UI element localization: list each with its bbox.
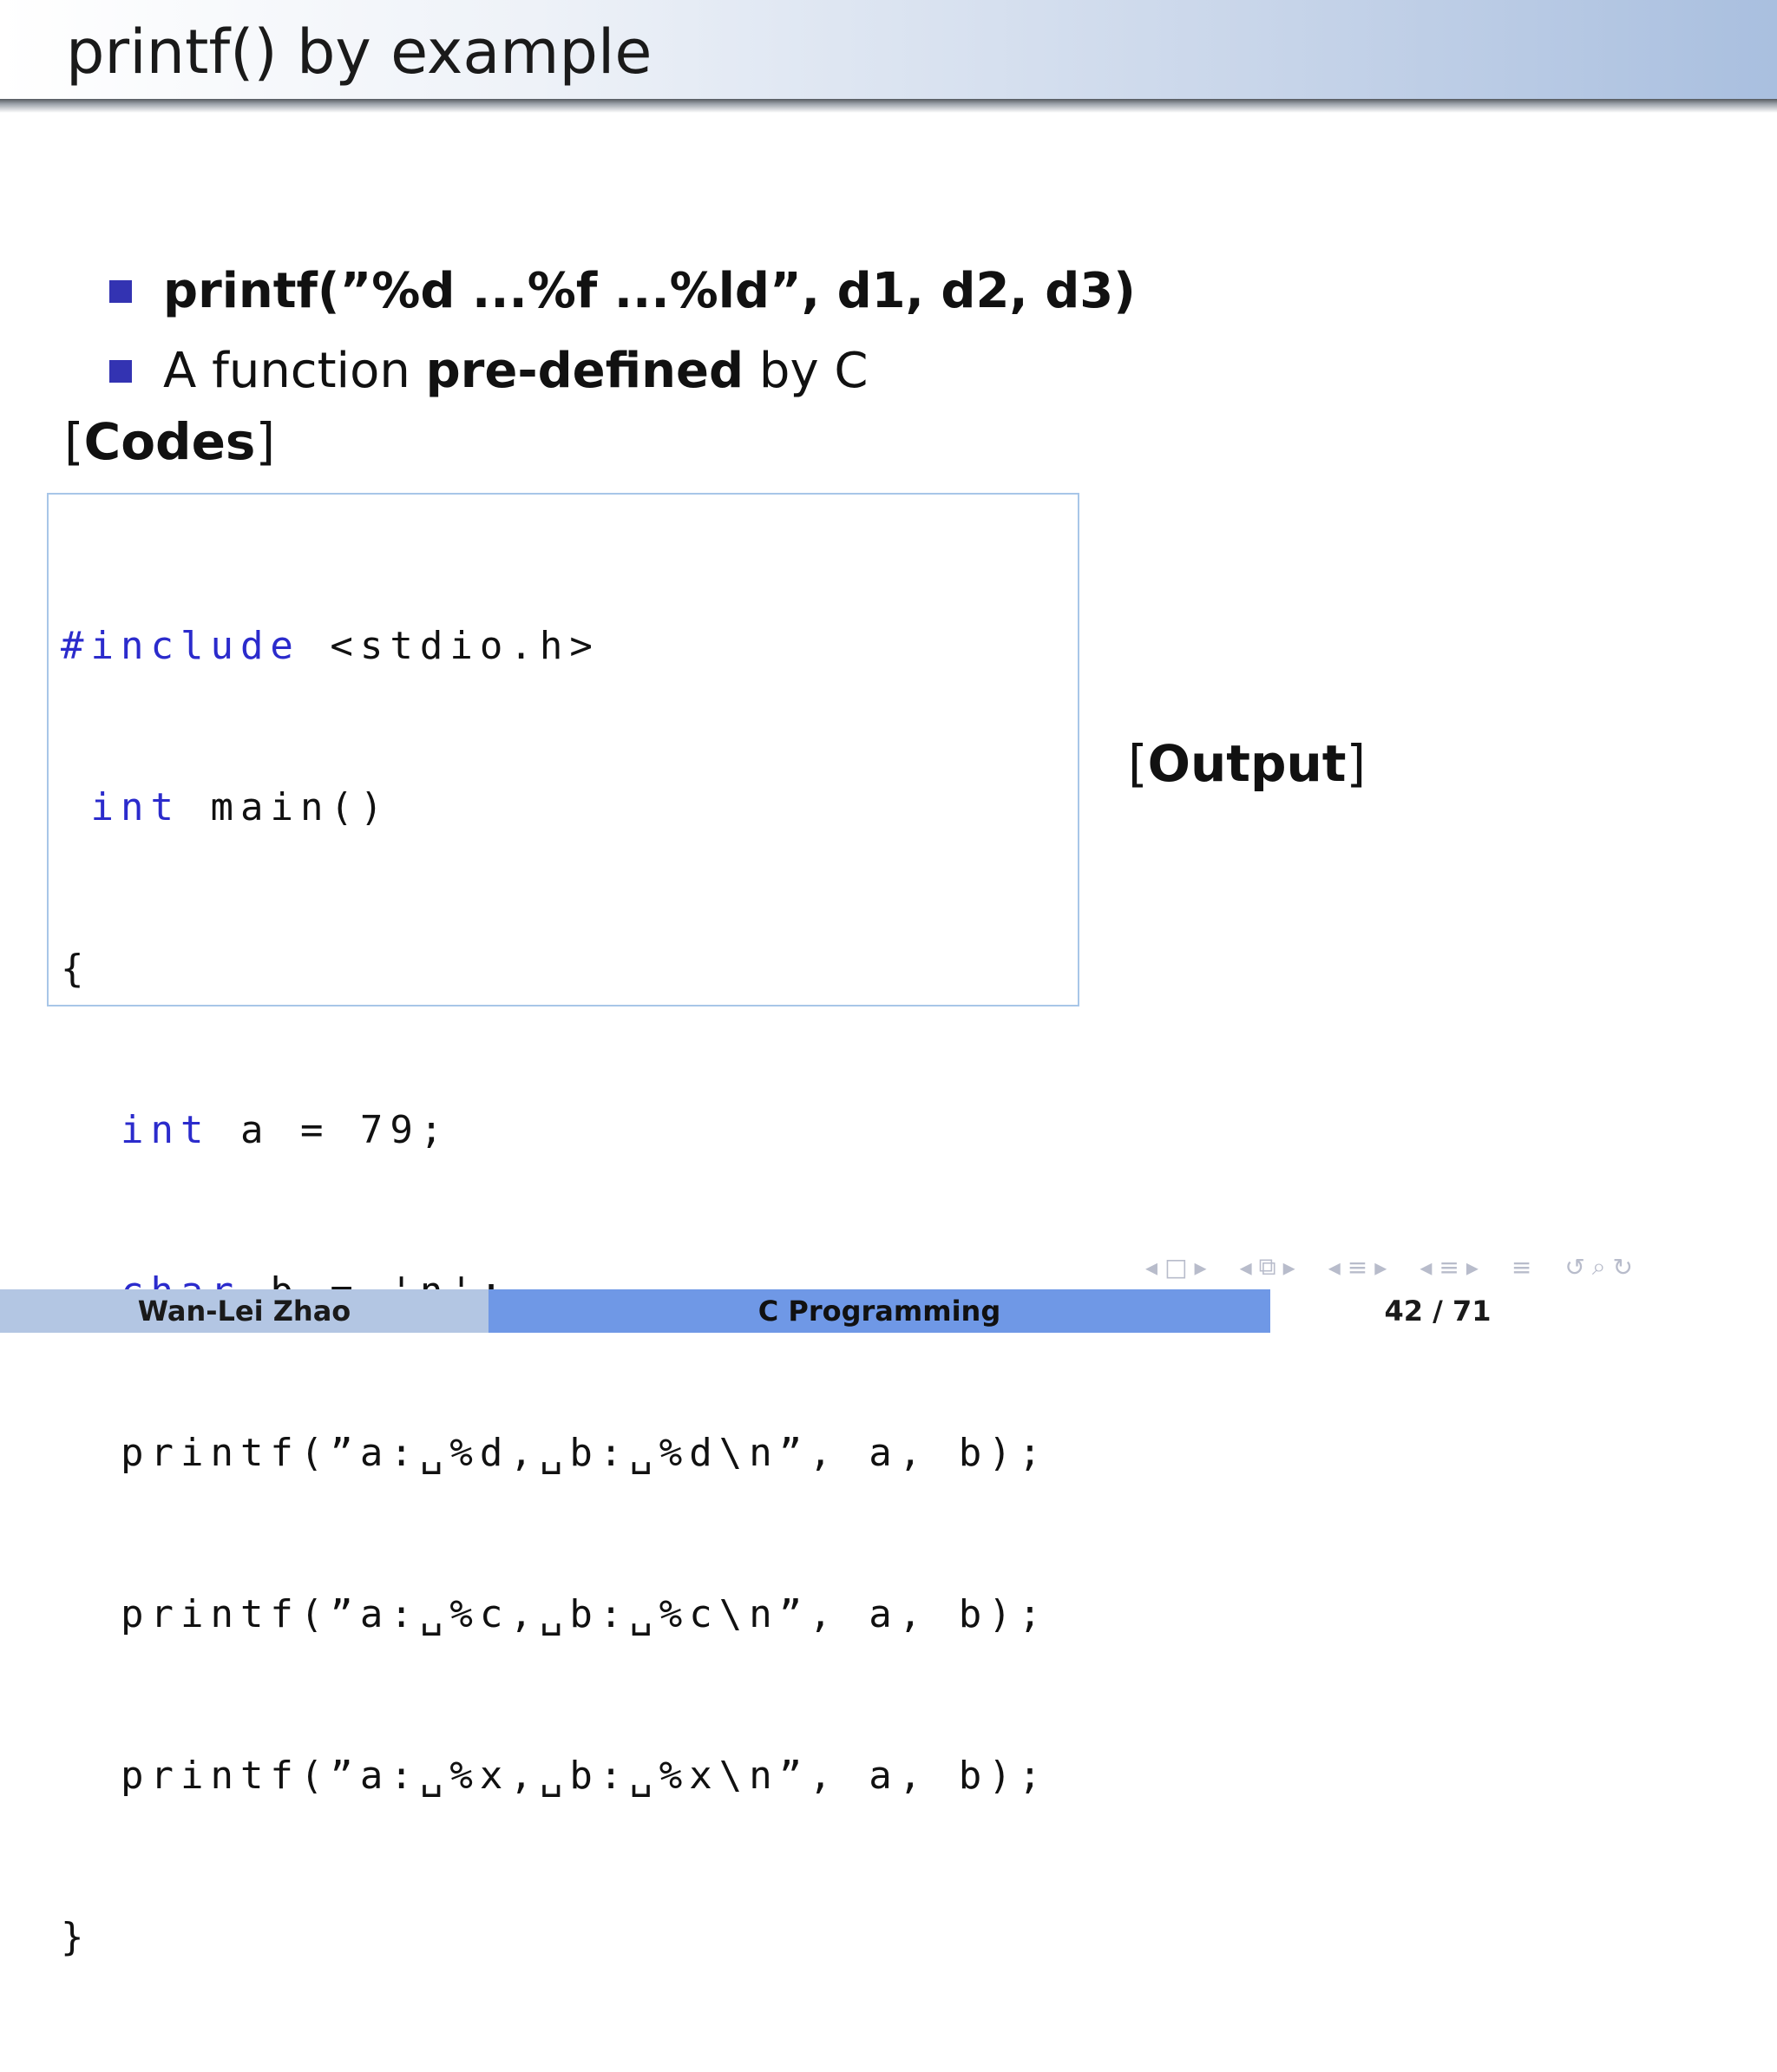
footer-author: Wan-Lei Zhao [0,1289,489,1333]
codes-label: [Codes] [64,413,275,470]
close-bracket: ] [1346,734,1367,793]
open-bracket: [ [64,412,84,471]
code-line-printf-d: printf(”a:␣%d,␣b:␣%d\n”, a, b); [61,1426,1048,1480]
title-bar-shadow [0,99,1777,113]
back-icon[interactable]: ↺ [1564,1253,1584,1282]
close-bracket: ] [255,412,276,471]
prev-part-icon[interactable]: ◂ [1420,1253,1432,1282]
code-text: { [61,947,91,991]
frame-icon[interactable]: □ [1164,1253,1187,1282]
code-line-printf-c: printf(”a:␣%c,␣b:␣%c\n”, a, b); [61,1588,1048,1642]
footer-page-number: 42 / 71 [1270,1289,1777,1333]
search-icon[interactable]: ⌕ [1592,1252,1606,1282]
code-listing-box: #include <stdio.h> int main() { int a = … [47,493,1079,1959]
bullet-text: printf(”%d ...%f ...%ld”, d1, d2, d3) [163,263,1136,319]
code-text: printf(”a:␣%x,␣b:␣%x\n”, a, b); [120,1754,1049,1798]
code-text: <stdio.h> [299,624,600,668]
bullet-text-post: by C [744,343,869,399]
code-text: printf(”a:␣%d,␣b:␣%d\n”, a, b); [120,1431,1049,1475]
code-text: a = 79; [210,1108,450,1152]
code-keyword: #include [61,624,300,668]
forward-icon[interactable]: ↻ [1613,1253,1633,1282]
code-keyword: int [90,785,180,829]
codes-label-text: Codes [83,412,256,471]
code-line-main: int main() [61,781,1048,835]
beamer-navigation-bar: ◂ □ ▸ ◂ ⧉ ▸ ◂ ≡ ▸ ◂ ≡ ▸ ≡ ↺ ⌕ ↻ [1145,1249,1633,1284]
table-of-contents-icon[interactable]: ≡ [1511,1253,1531,1282]
code-line-decl-a: int a = 79; [61,1104,1048,1157]
code-text: } [61,1915,91,1959]
next-subsection-icon[interactable]: ▸ [1283,1253,1295,1282]
page-separator: / [1423,1295,1452,1328]
next-frame-icon[interactable]: ▸ [1195,1253,1207,1282]
code-line-close-brace: } [61,1911,1048,1964]
code-text: main() [180,785,390,829]
output-label-text: Output [1147,734,1347,793]
bullet-square-icon [109,280,132,303]
part-icon[interactable]: ≡ [1439,1253,1459,1282]
footer-course: C Programming [489,1289,1270,1333]
footer-bar: Wan-Lei Zhao C Programming 42 / 71 [0,1289,1777,1333]
code-line-printf-x: printf(”a:␣%x,␣b:␣%x\n”, a, b); [61,1749,1048,1803]
prev-section-icon[interactable]: ◂ [1328,1253,1341,1282]
bullet-item-printf: printf(”%d ...%f ...%ld”, d1, d2, d3) [109,264,1136,319]
section-icon[interactable]: ≡ [1348,1253,1367,1282]
bullet-text-bold: pre-defined [425,343,744,399]
code-keyword: int [120,1108,211,1152]
page-total: 71 [1452,1295,1492,1328]
bullet-item-predefined: A function pre-defined by C [109,344,869,399]
prev-frame-icon[interactable]: ◂ [1145,1253,1157,1282]
bullet-text-pre: A function [163,343,426,399]
slide-title: printf() by example [66,16,652,88]
open-bracket: [ [1128,734,1148,793]
next-part-icon[interactable]: ▸ [1466,1253,1479,1282]
output-label: [Output] [1128,735,1366,792]
subsection-frames-icon[interactable]: ⧉ [1259,1252,1276,1282]
next-section-icon[interactable]: ▸ [1374,1253,1387,1282]
code-text: printf(”a:␣%c,␣b:␣%c\n”, a, b); [120,1592,1049,1636]
code-line-open-brace: { [61,942,1048,996]
bullet-square-icon [109,360,132,383]
code-line-include: #include <stdio.h> [61,620,1048,673]
prev-subsection-icon[interactable]: ◂ [1240,1253,1252,1282]
page-current: 42 [1384,1295,1424,1328]
